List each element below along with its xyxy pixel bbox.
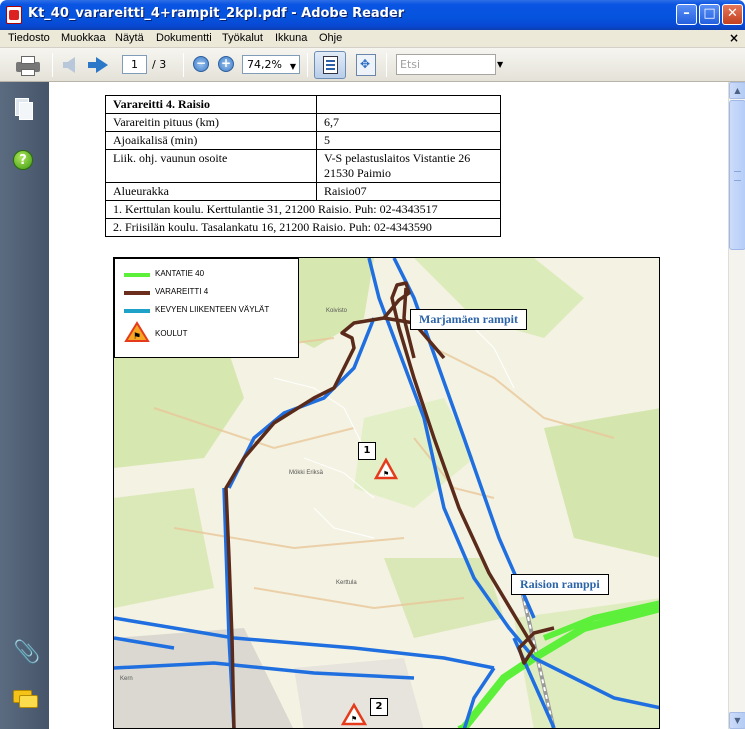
menu-ohje[interactable]: Ohje	[319, 32, 342, 44]
school-number-2: 2	[370, 698, 388, 716]
table-row: Varareitin pituus (km) 6,7	[105, 113, 501, 132]
place-name: Kern	[120, 676, 133, 682]
fit-width-icon[interactable]	[314, 51, 346, 79]
printer-icon[interactable]	[16, 54, 40, 76]
toolbar-separator	[386, 53, 387, 77]
zoom-out-button[interactable]: −	[193, 56, 209, 72]
school-warning-icon: ⚑	[124, 321, 150, 342]
table-key: Ajoaikalisä (min)	[105, 131, 317, 150]
table-value: 6,7	[316, 113, 501, 132]
marjamaki-ramps-label: Marjamäen rampit	[410, 309, 527, 330]
legend-label: KANTATIE 40	[155, 269, 205, 278]
school-entry: 1. Kerttulan koulu. Kerttulantie 31, 212…	[105, 200, 501, 219]
scroll-thumb[interactable]	[729, 100, 745, 250]
toolbar-separator	[52, 53, 53, 77]
document-close-icon[interactable]: ×	[729, 31, 739, 45]
table-value: V-S pelastuslaitos Vistantie 26 21530 Pa…	[316, 149, 501, 183]
arrow-right-icon[interactable]	[88, 57, 108, 73]
title-bar: Kt_40_varareitti_4+rampit_2kpl.pdf - Ado…	[0, 0, 745, 30]
place-name: Mökki Eriksä	[289, 470, 324, 476]
place-name: Kerttula	[336, 580, 357, 586]
arrow-left-icon[interactable]	[63, 57, 75, 73]
table-value: 5	[316, 131, 501, 150]
minimize-button[interactable]: –	[676, 4, 697, 25]
maximize-button[interactable]: □	[699, 4, 720, 25]
page-number-input[interactable]: 1	[122, 55, 147, 74]
menu-dokumentti[interactable]: Dokumentti	[156, 32, 212, 44]
address-line-1: V-S pelastuslaitos Vistantie 26	[324, 151, 471, 165]
toolbar: 1 / 3 − + 74,2% ▼ Etsi ▼	[0, 48, 745, 82]
vertical-scrollbar[interactable]: ▲ ▼	[728, 82, 745, 729]
navigation-panel: ? 📎	[0, 82, 49, 729]
map-legend: KANTATIE 40 VARAREITTI 4 KEVYEN LIIKENTE…	[114, 258, 299, 358]
legend-label: KOULUT	[155, 329, 188, 338]
table-cell	[316, 95, 501, 114]
zoom-select[interactable]: 74,2% ▼	[242, 55, 300, 74]
chevron-down-icon[interactable]: ▼	[290, 58, 296, 75]
zoom-in-button[interactable]: +	[218, 56, 234, 72]
help-icon[interactable]: ?	[13, 150, 33, 170]
toolbar-separator	[183, 53, 184, 77]
table-row: Ajoaikalisä (min) 5	[105, 131, 501, 150]
menu-ikkuna[interactable]: Ikkuna	[275, 32, 307, 44]
table-key: Varareitin pituus (km)	[105, 113, 317, 132]
scroll-up-icon[interactable]: ▲	[729, 82, 745, 99]
menu-tiedosto[interactable]: Tiedosto	[8, 32, 50, 44]
menu-bar: Tiedosto Muokkaa Näytä Dokumentti Työkal…	[0, 30, 745, 48]
document-view[interactable]: Varareitti 4. Raisio Varareitin pituus (…	[49, 82, 728, 729]
legend-label: KEVYEN LIIKENTEEN VÄYLÄT	[155, 305, 270, 314]
route-info-table: Varareitti 4. Raisio Varareitin pituus (…	[105, 95, 501, 237]
table-title: Varareitti 4. Raisio	[105, 95, 317, 114]
table-row: 1. Kerttulan koulu. Kerttulantie 31, 212…	[105, 200, 501, 219]
svg-text:⚑: ⚑	[133, 331, 141, 341]
search-options-icon[interactable]: ▼	[497, 60, 503, 69]
adobe-reader-icon	[6, 6, 22, 24]
table-row: Alueurakka Raisio07	[105, 182, 501, 201]
toolbar-separator	[307, 53, 308, 77]
address-line-2: 21530 Paimio	[324, 166, 392, 180]
close-button[interactable]: ✕	[722, 4, 743, 25]
fit-page-icon[interactable]	[356, 54, 376, 76]
search-input[interactable]: Etsi	[396, 54, 496, 75]
raisio-ramp-label: Raision ramppi	[511, 574, 609, 595]
table-row: 2. Friisilän koulu. Tasalankatu 16, 2120…	[105, 218, 501, 237]
svg-text:⚑: ⚑	[351, 715, 357, 723]
paperclip-icon[interactable]: 📎	[13, 640, 40, 665]
window-title: Kt_40_varareitti_4+rampit_2kpl.pdf - Ado…	[28, 6, 405, 21]
place-name: Koivisto	[326, 308, 348, 314]
pages-icon[interactable]	[15, 98, 33, 120]
scroll-down-icon[interactable]: ▼	[729, 712, 745, 729]
menu-muokkaa[interactable]: Muokkaa	[61, 32, 106, 44]
school-number-1: 1	[358, 442, 376, 460]
zoom-value: 74,2%	[247, 58, 282, 71]
table-row: Liik. ohj. vaunun osoite V-S pelastuslai…	[105, 149, 501, 183]
page-total: / 3	[152, 58, 167, 71]
comments-icon[interactable]	[13, 690, 38, 708]
legend-label: VARAREITTI 4	[155, 287, 209, 296]
table-key: Liik. ohj. vaunun osoite	[105, 149, 317, 183]
table-value: Raisio07	[316, 182, 501, 201]
school-entry: 2. Friisilän koulu. Tasalankatu 16, 2120…	[105, 218, 501, 237]
menu-nayta[interactable]: Näytä	[115, 32, 144, 44]
menu-tyokalut[interactable]: Työkalut	[222, 32, 263, 44]
table-key: Alueurakka	[105, 182, 317, 201]
route-map: ⚑ ⚑ Koivisto Kerttula Mökki Eriksä Kern …	[113, 257, 660, 729]
svg-text:⚑: ⚑	[383, 470, 389, 478]
